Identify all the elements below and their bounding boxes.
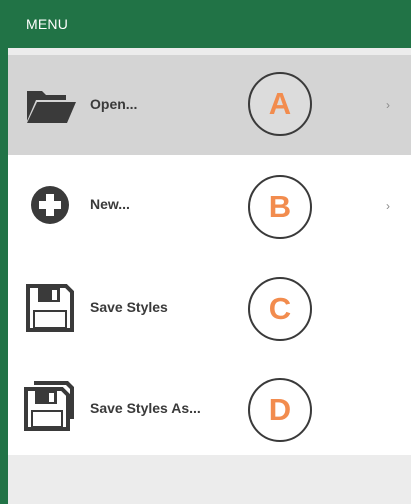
callout-badge-d: D	[248, 378, 312, 442]
menu-panel: MENU Open... A › New... B › Save Styles …	[0, 0, 411, 504]
chevron-right-icon: ›	[386, 199, 390, 213]
floppy-disk-icon	[26, 284, 74, 332]
menu-item-save-styles[interactable]: Save Styles C	[8, 255, 411, 355]
menu-item-label: Save Styles	[90, 299, 168, 315]
chevron-right-icon: ›	[386, 98, 390, 112]
plus-circle-icon	[31, 186, 69, 224]
menu-item-new[interactable]: New... B ›	[8, 155, 411, 255]
menu-item-label: Save Styles As...	[90, 400, 201, 416]
callout-badge-c: C	[248, 277, 312, 341]
menu-title: MENU	[0, 0, 411, 48]
menu-item-open[interactable]: Open... A ›	[8, 55, 411, 155]
floppy-disk-multi-icon	[24, 381, 74, 431]
callout-badge-b: B	[248, 175, 312, 239]
menu-item-label: New...	[90, 196, 130, 212]
callout-badge-a: A	[248, 72, 312, 136]
menu-item-label: Open...	[90, 96, 138, 112]
menu-item-save-styles-as[interactable]: Save Styles As... D	[8, 355, 411, 455]
folder-icon	[27, 91, 76, 123]
